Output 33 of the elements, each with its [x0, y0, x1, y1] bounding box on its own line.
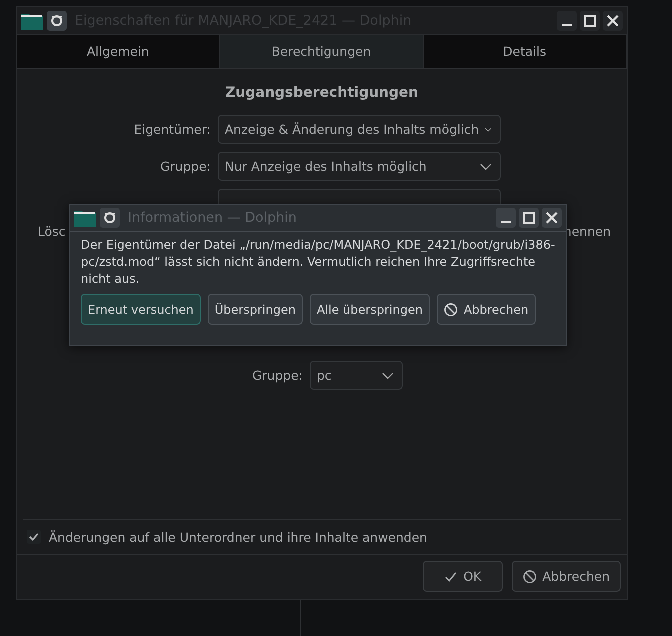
section-title: Zugangsberechtigungen — [225, 85, 419, 101]
select-field[interactable]: Anzeige & Änderung des Inhalts möglich — [218, 115, 501, 144]
field-label: Eigentümer: — [134, 122, 211, 137]
select-field[interactable]: Nur Anzeige des Inhalts möglich — [218, 152, 501, 181]
cancel-button[interactable]: Abbrechen — [512, 561, 621, 592]
checkbox[interactable] — [27, 530, 41, 544]
dialog-button[interactable]: Erneut versuchen — [81, 294, 201, 325]
field-label: Lösc — [38, 224, 66, 239]
chevron-icon — [480, 162, 492, 170]
field-label: Gruppe: — [160, 159, 211, 174]
minimize-icon[interactable] — [496, 208, 516, 228]
chevron-icon — [485, 126, 492, 134]
maximize-icon[interactable] — [519, 208, 539, 228]
field-label: Gruppe: — [252, 368, 303, 383]
tab[interactable]: Berechtigungen — [220, 35, 424, 68]
cancel-icon — [444, 302, 458, 316]
dialog-button[interactable]: Überspringen — [208, 294, 303, 325]
cancel-icon — [522, 570, 537, 584]
message-text: Der Eigentümer der Datei „/run/media/pc/MANJARO_KDE_2421/boot/grub/i386-pc/zstd.mod“ lässt sich nicht ändern. Vermutlich reichen Ihre Zugriffsrechte nicht aus. — [80, 237, 556, 288]
dialog-button[interactable]: Alle überspringen — [310, 294, 430, 325]
maximize-icon[interactable] — [580, 10, 600, 30]
folder-icon — [21, 12, 43, 30]
dialog-button[interactable]: Abbrechen — [436, 294, 536, 325]
select-field[interactable]: pc — [310, 361, 403, 390]
tab[interactable]: Details — [424, 35, 627, 68]
folder-icon — [74, 209, 96, 227]
close-icon[interactable] — [603, 10, 623, 30]
tab[interactable]: Allgemein — [17, 35, 220, 68]
minimize-icon[interactable] — [557, 10, 577, 30]
ok-button[interactable]: OK — [422, 561, 503, 592]
chevron-icon — [382, 372, 394, 380]
close-icon[interactable] — [542, 208, 562, 228]
checkbox-label: Änderungen auf alle Unterordner und ihre Inhalte anwenden — [49, 530, 428, 544]
